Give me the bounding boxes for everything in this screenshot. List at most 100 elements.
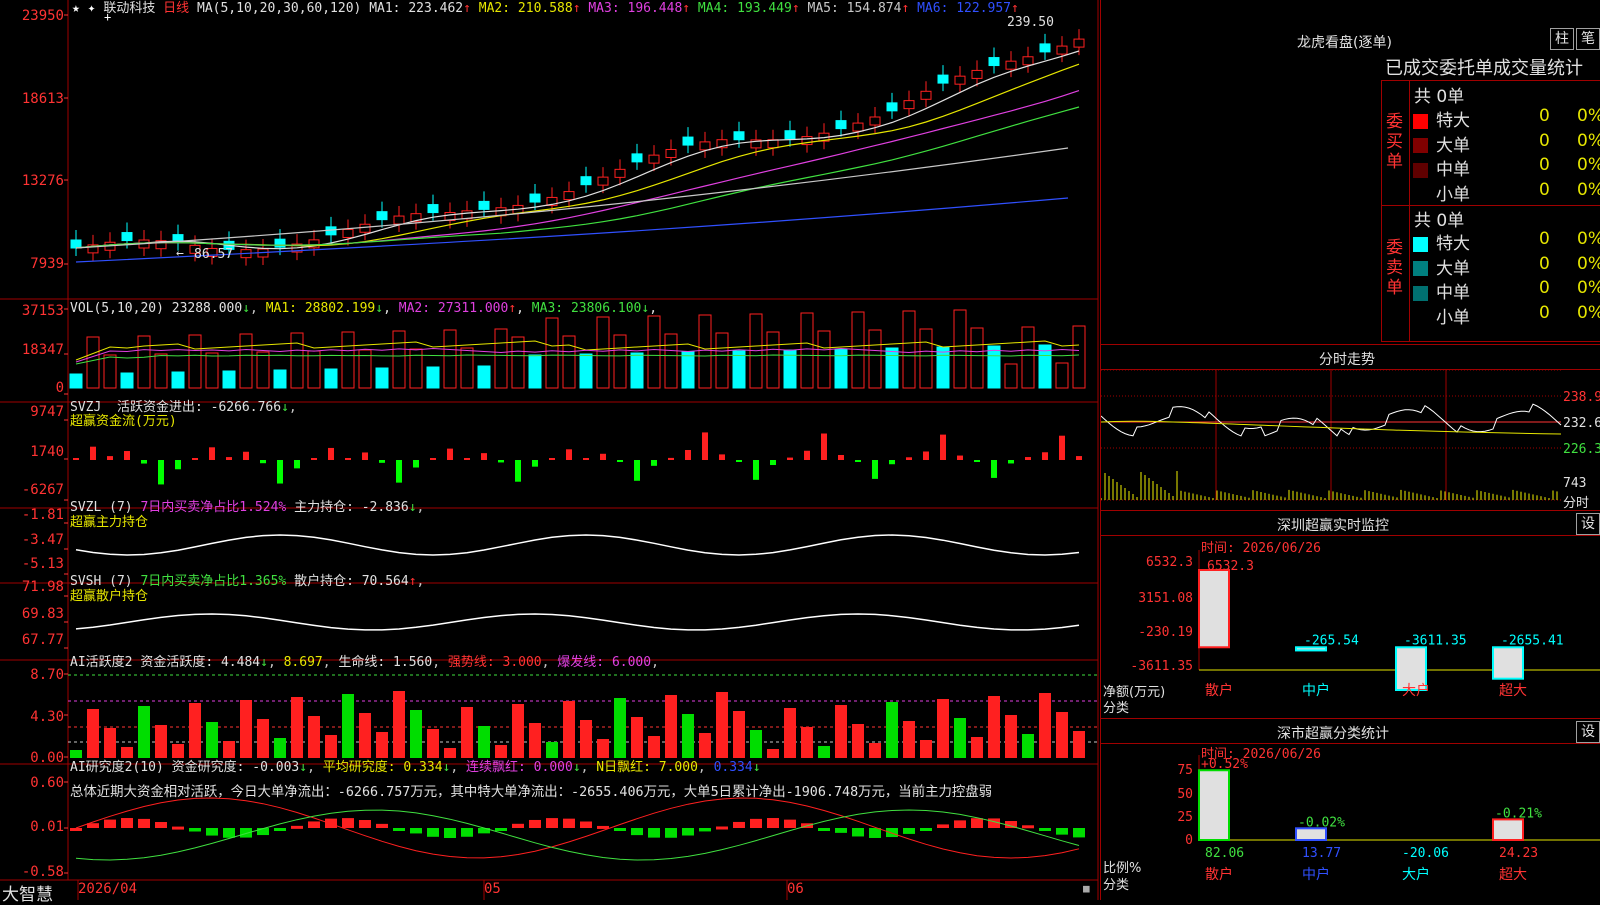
volume-bar <box>307 350 321 389</box>
research-bar <box>461 828 473 837</box>
dragon-row: 小单 0 0% <box>1413 179 1600 205</box>
dragon-tabs[interactable]: 已成交委托单成交量统计 <box>1385 54 1583 80</box>
volume-bar <box>766 331 780 389</box>
svsh-arrow: ↑ <box>408 574 417 589</box>
research-bar <box>767 818 779 828</box>
monitor-value-label: -2655.41 <box>1501 633 1564 648</box>
date-label: 06 <box>787 881 804 897</box>
high-price-mark: 239.50 <box>1007 15 1054 30</box>
stats-category-label: 大户 <box>1402 866 1430 883</box>
volume-bar <box>392 330 406 389</box>
research-bar <box>1022 825 1034 829</box>
research-bar <box>818 828 830 831</box>
volume-bar <box>817 330 831 389</box>
fund-flow-bar <box>753 460 759 480</box>
volume-bar <box>171 371 185 389</box>
fund-flow-bar <box>889 460 895 465</box>
dragon-row-pct: 0% <box>1577 229 1600 249</box>
research-bar <box>597 825 609 829</box>
volume-bar <box>256 351 270 389</box>
ai-active-header: AI活跃度2 资金活跃度: 4.484↓, 8.697, 生命线: 1.560,… <box>70 655 659 670</box>
ai-research-arrow2: ↓ <box>442 760 451 775</box>
research-bar <box>750 818 762 828</box>
research-bar <box>104 819 116 828</box>
candle-body <box>563 191 575 201</box>
vol-ylabel: 18347 <box>21 342 64 358</box>
svzj-text: 活跃资金进出: -6266.766 <box>116 400 282 415</box>
lock-icon[interactable]: ■ <box>1083 882 1090 895</box>
svsh-highlight: 7日内买卖净占比1.365% <box>140 574 287 589</box>
fund-flow-bar <box>107 456 113 460</box>
fund-flow-bar <box>838 454 844 460</box>
fund-flow-bar <box>413 460 419 468</box>
ai-research-ylabel: 0.60 <box>30 775 64 791</box>
fund-flow-bar <box>736 460 742 462</box>
volume-bar <box>545 317 559 389</box>
vol-legend-arrow: ↓ <box>375 301 384 316</box>
ma-legend-value: MA5: 154.874 <box>799 1 902 16</box>
intraday-label: 232.6 <box>1563 416 1600 431</box>
vol-legend-value: MA2: 27311.000 <box>390 301 509 316</box>
activity-bar <box>87 709 99 758</box>
volume-bar <box>698 314 712 389</box>
ai-active-ylabel: 0.00 <box>30 750 64 766</box>
fund-flow-bar <box>821 433 827 460</box>
fund-flow-bar <box>923 451 929 460</box>
bar-mode-button[interactable]: 柱 <box>1550 28 1574 50</box>
volume-bar <box>970 327 984 389</box>
volume-bar <box>868 329 882 389</box>
fund-flow-bar <box>209 447 215 460</box>
candle-body <box>580 176 592 186</box>
chart-area[interactable]: ★ ✦ 联动科技 日线 MA(5,10,20,30,60,120) MA1: 2… <box>0 0 1100 905</box>
candle-body <box>376 211 388 221</box>
activity-bar <box>716 692 728 758</box>
research-bar <box>444 828 456 838</box>
activity-bar <box>733 711 745 758</box>
svzl-ylabel: -1.81 <box>21 507 64 523</box>
svzl-highlight: 7日内买卖净占比1.524% <box>140 500 287 515</box>
volume-bar <box>120 372 134 389</box>
sz-monitor-settings-button[interactable]: 设 <box>1576 513 1600 535</box>
stats-category-label: 超大 <box>1499 867 1527 883</box>
activity-bar <box>1022 734 1034 758</box>
vol-legend-value: MA3: 23806.100 <box>523 301 642 316</box>
fund-flow-bar <box>532 460 538 467</box>
candle-body <box>614 168 626 178</box>
volume-bar <box>613 334 627 389</box>
research-bar <box>648 828 660 838</box>
fund-flow-bar <box>1008 460 1014 464</box>
fund-flow-bar <box>549 458 555 460</box>
fund-flow-bar <box>243 451 249 460</box>
fund-flow-bar <box>362 452 368 460</box>
activity-bar <box>257 719 269 758</box>
activity-bar <box>699 733 711 758</box>
dragon-row-count: 0 <box>1539 179 1550 200</box>
monitor-ylabel: -230.19 <box>1138 625 1193 640</box>
fund-flow-bar <box>175 460 181 470</box>
volume-bar <box>511 336 525 389</box>
volume-bar <box>239 333 253 389</box>
research-bar <box>427 828 439 837</box>
star-icon[interactable]: ★ <box>72 1 80 16</box>
monitor-category-label: 中户 <box>1302 682 1330 699</box>
dragon-row: 大单 0 0% <box>1413 254 1600 279</box>
research-bar <box>886 828 898 838</box>
activity-bar <box>818 746 830 758</box>
candle-body <box>121 232 133 242</box>
activity-bar <box>291 697 303 758</box>
activity-bar <box>359 713 371 758</box>
pen-mode-button[interactable]: 笔 <box>1576 28 1600 50</box>
intraday-chart[interactable] <box>1101 370 1600 510</box>
period-label[interactable]: 日线 <box>163 1 189 16</box>
volume-bar <box>273 369 287 389</box>
activity-bar <box>954 718 966 758</box>
activity-bar <box>971 737 983 758</box>
dragon-row: 中单 0 0% <box>1413 155 1600 180</box>
svsh-sub: 超赢散户持仓 <box>70 589 149 604</box>
research-bar <box>614 828 626 831</box>
dragon-row-label: 小单 <box>1436 307 1470 328</box>
candle-body <box>733 131 745 141</box>
sz-stats-settings-button[interactable]: 设 <box>1576 721 1600 743</box>
fund-flow-bar <box>311 458 317 460</box>
research-bar <box>665 828 677 838</box>
